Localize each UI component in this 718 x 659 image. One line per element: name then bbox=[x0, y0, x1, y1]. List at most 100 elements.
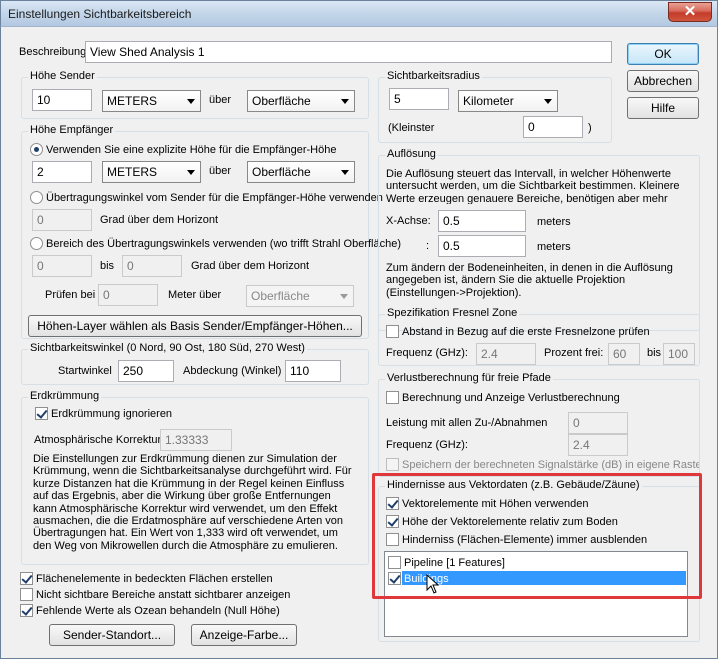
percent-to-input[interactable]: 100 bbox=[663, 343, 695, 365]
missing-ocean-label: Fehlende Werte als Ozean behandeln (Null… bbox=[36, 605, 280, 617]
area-features-label: Flächenelemente in bedeckten Flächen ers… bbox=[36, 573, 273, 585]
display-color-button[interactable]: Anzeige-Farbe... bbox=[191, 624, 297, 646]
sender-height-title: Höhe Sender bbox=[28, 70, 97, 82]
receiver-over-label: über bbox=[209, 165, 232, 177]
option-angle-label: Übertragungswinkel vom Sender für die Em… bbox=[46, 192, 383, 204]
description-input[interactable]: View Shed Analysis 1 bbox=[85, 41, 612, 63]
save-signal-checkbox[interactable] bbox=[386, 458, 399, 471]
percent-to-label: bis bbox=[647, 347, 662, 359]
description-label: Beschreibung bbox=[19, 46, 87, 58]
save-signal-label: Speichern der berechneten Signalstärke (… bbox=[402, 459, 699, 471]
show-invisible-label: Nicht sichtbare Bereiche anstatt sichtba… bbox=[36, 589, 291, 601]
title-bar: Einstellungen Sichtbarkeitsbereich ✕ bbox=[0, 0, 718, 26]
radius-title: Sichtbarkeitsradius bbox=[385, 70, 482, 82]
angle-input[interactable]: 0 bbox=[32, 209, 92, 231]
chevron-down-icon bbox=[341, 170, 349, 175]
show-invisible-checkbox[interactable] bbox=[20, 588, 33, 601]
radio-explicit-height[interactable] bbox=[30, 143, 43, 156]
option-range-label: Bereich des Übertragungswinkels verwende… bbox=[46, 238, 402, 250]
atmo-label: Atmosphärische Korrektur bbox=[34, 434, 162, 446]
start-angle-input[interactable]: 250 bbox=[118, 360, 174, 382]
x-axis-unit: meters bbox=[537, 216, 571, 228]
height-layer-button[interactable]: Höhen-Layer wählen als Basis Sender/Empf… bbox=[28, 315, 362, 337]
curvature-description: Die Einstellungen zur Erdkrümmung dienen… bbox=[33, 453, 352, 552]
y-axis-unit: meters bbox=[537, 241, 571, 253]
viewshed-angle-title: Sichtbarkeitswinkel (0 Nord, 90 Ost, 180… bbox=[28, 342, 307, 354]
receiver-height-input[interactable]: 2 bbox=[32, 161, 92, 183]
loss-title: Verlustberechnung für freie Pfade bbox=[385, 372, 553, 384]
y-axis-input[interactable]: 0.5 bbox=[438, 235, 526, 257]
check-reference-select[interactable]: Oberfläche bbox=[246, 285, 354, 307]
chevron-down-icon bbox=[340, 294, 348, 299]
radius-unit-select[interactable]: Kilometer bbox=[458, 90, 558, 112]
fresnel-freq-label: Frequenz (GHz): bbox=[386, 347, 468, 359]
percent-input[interactable]: 60 bbox=[608, 343, 640, 365]
help-button[interactable]: Hilfe bbox=[627, 97, 699, 119]
check-at-input[interactable]: 0 bbox=[98, 284, 158, 306]
radio-transmission-angle[interactable] bbox=[30, 191, 43, 204]
check-at-label: Prüfen bei bbox=[45, 289, 96, 301]
range-to-input[interactable]: 0 bbox=[122, 255, 182, 277]
loss-checkbox[interactable] bbox=[386, 391, 399, 404]
missing-ocean-checkbox[interactable] bbox=[20, 604, 33, 617]
sender-reference-select[interactable]: Oberfläche bbox=[247, 90, 355, 112]
option-explicit-label: Verwenden Sie eine explizite Höhe für di… bbox=[46, 144, 337, 156]
resolution-text1: Die Auflösung steuert das Intervall, in … bbox=[386, 168, 680, 204]
percent-label: Prozent frei: bbox=[544, 347, 604, 359]
fresnel-check-label: Abstand in Bezug auf die erste Fresnelzo… bbox=[402, 326, 650, 338]
fresnel-title: Spezifikation Fresnel Zone bbox=[385, 307, 520, 319]
area-features-checkbox[interactable] bbox=[20, 572, 33, 585]
receiver-reference-select[interactable]: Oberfläche bbox=[247, 161, 355, 183]
range-to-label: bis bbox=[100, 260, 115, 272]
check-meter-label: Meter über bbox=[168, 289, 222, 301]
min-radius-close: ) bbox=[588, 122, 592, 134]
power-label: Leistung mit allen Zu-/Abnahmen bbox=[386, 417, 548, 429]
x-axis-input[interactable]: 0.5 bbox=[438, 210, 526, 232]
power-input[interactable]: 0 bbox=[568, 412, 628, 434]
radio-angle-range[interactable] bbox=[30, 237, 43, 250]
atmo-input[interactable]: 1.33333 bbox=[160, 429, 232, 451]
receiver-unit-value: METERS bbox=[107, 165, 158, 179]
chevron-down-icon bbox=[544, 99, 552, 104]
chevron-down-icon bbox=[187, 99, 195, 104]
receiver-unit-select[interactable]: METERS bbox=[102, 161, 201, 183]
loss-freq-input[interactable]: 2.4 bbox=[568, 434, 628, 456]
sender-over-label: über bbox=[209, 94, 232, 106]
sender-location-button[interactable]: Sender-Standort... bbox=[49, 624, 175, 646]
receiver-reference-value: Oberfläche bbox=[252, 165, 311, 179]
cancel-button[interactable]: Abbrechen bbox=[627, 70, 699, 92]
chevron-down-icon bbox=[187, 170, 195, 175]
sender-reference-value: Oberfläche bbox=[252, 94, 311, 108]
loss-check-label: Berechnung und Anzeige Verlustberechnung bbox=[402, 392, 620, 404]
coverage-input[interactable]: 110 bbox=[285, 360, 341, 382]
range-suffix-label: Grad über dem Horizont bbox=[191, 260, 309, 272]
resolution-text2: Zum ändern der Bodeneinheiten, in denen … bbox=[386, 262, 673, 299]
min-radius-input[interactable]: 0 bbox=[523, 116, 583, 138]
fresnel-checkbox[interactable] bbox=[386, 325, 399, 338]
x-axis-label: X-Achse: bbox=[386, 215, 431, 227]
chevron-down-icon bbox=[341, 99, 349, 104]
radius-input[interactable]: 5 bbox=[389, 88, 449, 110]
resolution-title: Auflösung bbox=[385, 148, 438, 160]
sender-unit-select[interactable]: METERS bbox=[102, 90, 201, 112]
y-axis-label: : bbox=[426, 240, 430, 252]
ok-button[interactable]: OK bbox=[627, 43, 699, 65]
fresnel-freq-input[interactable]: 2.4 bbox=[476, 343, 536, 365]
annotation-highlight-box bbox=[372, 473, 702, 599]
sender-unit-value: METERS bbox=[107, 94, 158, 108]
check-reference-value: Oberfläche bbox=[251, 289, 310, 303]
dialog-body: Beschreibung View Shed Analysis 1 OK Abb… bbox=[0, 26, 718, 659]
coverage-label: Abdeckung (Winkel) bbox=[183, 365, 282, 377]
curvature-title: Erdkrümmung bbox=[28, 390, 102, 402]
angle-suffix-label: Grad über dem Horizont bbox=[100, 214, 218, 226]
loss-freq-label: Frequenz (GHz): bbox=[386, 439, 468, 451]
ignore-curvature-checkbox[interactable] bbox=[35, 407, 48, 420]
start-angle-label: Startwinkel bbox=[58, 365, 112, 377]
radius-unit-value: Kilometer bbox=[463, 94, 514, 108]
receiver-height-title: Höhe Empfänger bbox=[28, 124, 116, 136]
close-button[interactable]: ✕ bbox=[668, 2, 712, 22]
sender-height-input[interactable]: 10 bbox=[32, 89, 92, 111]
range-from-input[interactable]: 0 bbox=[32, 255, 92, 277]
ignore-curvature-label: Erdkrümmung ignorieren bbox=[51, 408, 173, 420]
min-radius-label: (Kleinster bbox=[388, 122, 435, 134]
